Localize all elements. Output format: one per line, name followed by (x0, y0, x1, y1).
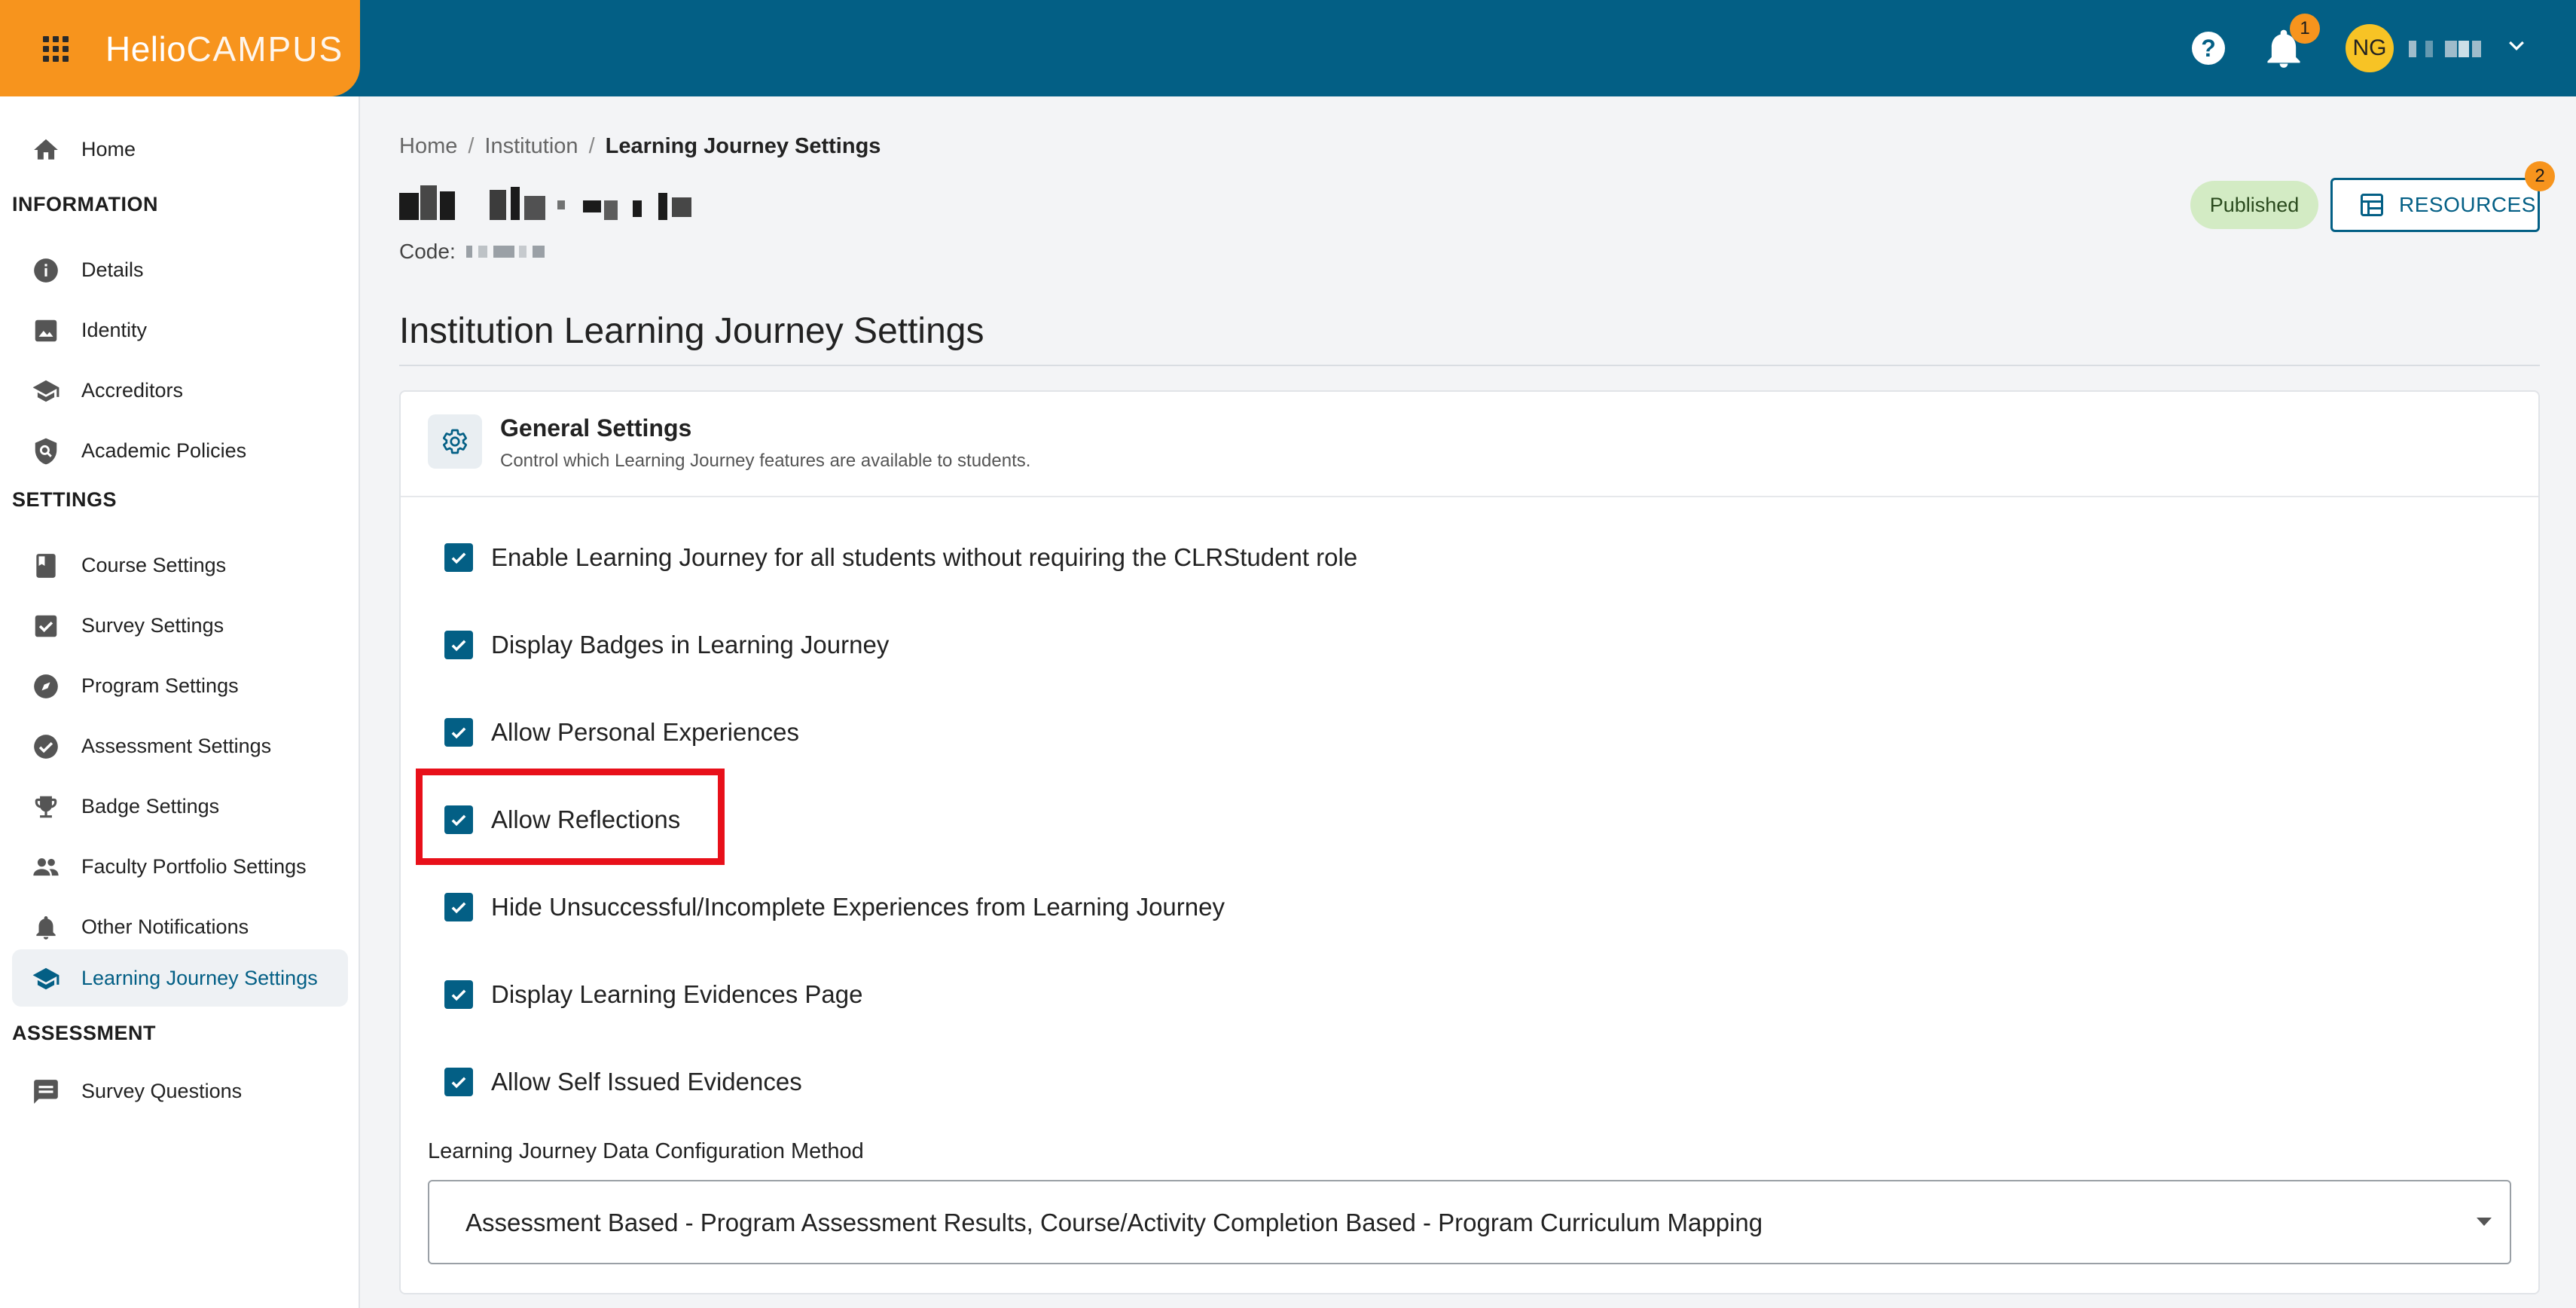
settings-icon-box (428, 414, 482, 469)
section-heading-information: INFORMATION (12, 193, 158, 215)
page-title: Institution Learning Journey Settings (399, 311, 984, 351)
option-allow-self-issued-evidences[interactable]: Allow Self Issued Evidences (444, 1067, 802, 1097)
school-icon (32, 380, 60, 402)
breadcrumb: Home / Institution / Learning Journey Settin… (399, 134, 881, 158)
checkbox-checked-icon[interactable] (444, 980, 473, 1009)
option-label: Enable Learning Journey for all students… (491, 543, 1358, 571)
sidebar-item-label: Accreditors (81, 378, 184, 402)
sidebar-item-survey-questions[interactable]: Survey Questions (12, 1062, 348, 1120)
code-value-redacted (465, 243, 549, 261)
sidebar-item-label: Faculty Portfolio Settings (81, 854, 307, 878)
sidebar-item-label: Survey Questions (81, 1079, 243, 1102)
sidebar-item-program-settings[interactable]: Program Settings (12, 657, 348, 714)
status-badge: Published (2190, 181, 2318, 229)
info-icon (34, 258, 58, 283)
resources-label: RESOURCES (2399, 193, 2536, 216)
dropdown-arrow-icon[interactable] (2477, 1218, 2492, 1226)
school-icon (32, 967, 60, 990)
option-allow-personal-experiences[interactable]: Allow Personal Experiences (444, 717, 799, 747)
sidebar-item-label: Learning Journey Settings (81, 966, 318, 989)
card-header-divider (401, 496, 2538, 497)
option-label: Display Learning Evidences Page (491, 980, 863, 1008)
breadcrumb-institution[interactable]: Institution (484, 134, 578, 158)
user-avatar[interactable]: NG (2346, 24, 2394, 72)
check-circle-icon (34, 735, 58, 759)
apps-grid-icon[interactable] (43, 36, 69, 62)
sidebar-item-label: Identity (81, 318, 148, 341)
sidebar-item-accreditors[interactable]: Accreditors (12, 362, 348, 419)
title-divider (399, 365, 2540, 366)
sidebar-item-details[interactable]: Details (12, 241, 348, 298)
comment-icon (34, 1080, 58, 1104)
breadcrumb-home[interactable]: Home (399, 134, 457, 158)
option-hide-unsuccessful-experiences[interactable]: Hide Unsuccessful/Incomplete Experiences… (444, 892, 1225, 922)
compass-icon (34, 674, 58, 698)
sidebar-item-other-notifications[interactable]: Other Notifications (12, 898, 348, 955)
sidebar-item-label: Other Notifications (81, 915, 249, 938)
option-label: Allow Self Issued Evidences (491, 1068, 802, 1096)
sidebar-item-home[interactable]: Home (12, 121, 348, 178)
sidebar-item-assessment-settings[interactable]: Assessment Settings (12, 717, 348, 775)
brand-area: HelioCAMPUS (0, 0, 360, 96)
data-config-select[interactable]: Assessment Based - Program Assessment Re… (428, 1180, 2511, 1264)
option-label: Hide Unsuccessful/Incomplete Experiences… (491, 893, 1225, 921)
sidebar-item-learning-journey-settings[interactable]: Learning Journey Settings (12, 949, 348, 1007)
sidebar: Home INFORMATION Details Identity Accred… (0, 96, 360, 1308)
institution-code: Code: (399, 240, 549, 264)
section-heading-settings: SETTINGS (12, 488, 118, 511)
checkbox-icon (35, 615, 57, 637)
sidebar-item-label: Details (81, 258, 144, 281)
option-display-badges[interactable]: Display Badges in Learning Journey (444, 630, 889, 660)
top-bar: HelioCAMPUS ? 1 NG (0, 0, 2576, 96)
breadcrumb-current: Learning Journey Settings (605, 134, 881, 158)
policy-icon (35, 438, 57, 465)
option-enable-learning-journey[interactable]: Enable Learning Journey for all students… (444, 542, 1357, 573)
card-title: General Settings (500, 414, 692, 442)
sidebar-item-survey-settings[interactable]: Survey Settings (12, 597, 348, 654)
home-icon (34, 139, 58, 160)
annotation-highlight-box (416, 769, 725, 865)
resources-button[interactable]: RESOURCES (2330, 178, 2540, 232)
checkbox-checked-icon[interactable] (444, 893, 473, 921)
gear-icon (443, 429, 467, 454)
option-display-learning-evidences[interactable]: Display Learning Evidences Page (444, 979, 862, 1010)
book-icon (36, 554, 56, 578)
chevron-down-icon[interactable] (2505, 35, 2528, 57)
sidebar-item-label: Academic Policies (81, 439, 247, 462)
sidebar-item-faculty-portfolio-settings[interactable]: Faculty Portfolio Settings (12, 838, 348, 895)
data-config-value: Assessment Based - Program Assessment Re… (465, 1209, 1763, 1236)
option-label: Allow Personal Experiences (491, 718, 800, 746)
bell-icon (36, 915, 56, 940)
checkbox-checked-icon[interactable] (444, 1068, 473, 1096)
section-heading-assessment: ASSESSMENT (12, 1022, 157, 1044)
user-name-redacted[interactable] (2409, 41, 2487, 57)
sidebar-item-identity[interactable]: Identity (12, 301, 348, 359)
sidebar-item-badge-settings[interactable]: Badge Settings (12, 778, 348, 835)
notification-count-badge: 1 (2290, 14, 2320, 44)
people-icon (33, 858, 59, 876)
sidebar-item-label: Survey Settings (81, 613, 224, 637)
help-icon[interactable]: ? (2192, 32, 2225, 65)
code-label: Code: (399, 240, 456, 263)
sidebar-item-label: Program Settings (81, 674, 239, 697)
option-label: Display Badges in Learning Journey (491, 631, 890, 659)
sidebar-item-label: Home (81, 137, 136, 160)
sidebar-item-course-settings[interactable]: Course Settings (12, 536, 348, 594)
data-config-label: Learning Journey Data Configuration Meth… (428, 1139, 864, 1163)
sidebar-item-academic-policies[interactable]: Academic Policies (12, 422, 348, 479)
checkbox-checked-icon[interactable] (444, 631, 473, 659)
institution-name-redacted (399, 184, 716, 223)
sidebar-item-label: Course Settings (81, 553, 227, 576)
checkbox-checked-icon[interactable] (444, 543, 473, 572)
dashboard-icon (2361, 194, 2383, 216)
resources-count-badge: 2 (2525, 161, 2555, 191)
sidebar-item-label: Badge Settings (81, 794, 220, 818)
card-subtitle: Control which Learning Journey features … (500, 451, 1031, 471)
checkbox-checked-icon[interactable] (444, 718, 473, 747)
image-icon (35, 319, 57, 342)
sidebar-item-label: Assessment Settings (81, 734, 272, 757)
trophy-icon (35, 796, 57, 818)
heliocampus-logo[interactable]: HelioCAMPUS (105, 29, 343, 69)
